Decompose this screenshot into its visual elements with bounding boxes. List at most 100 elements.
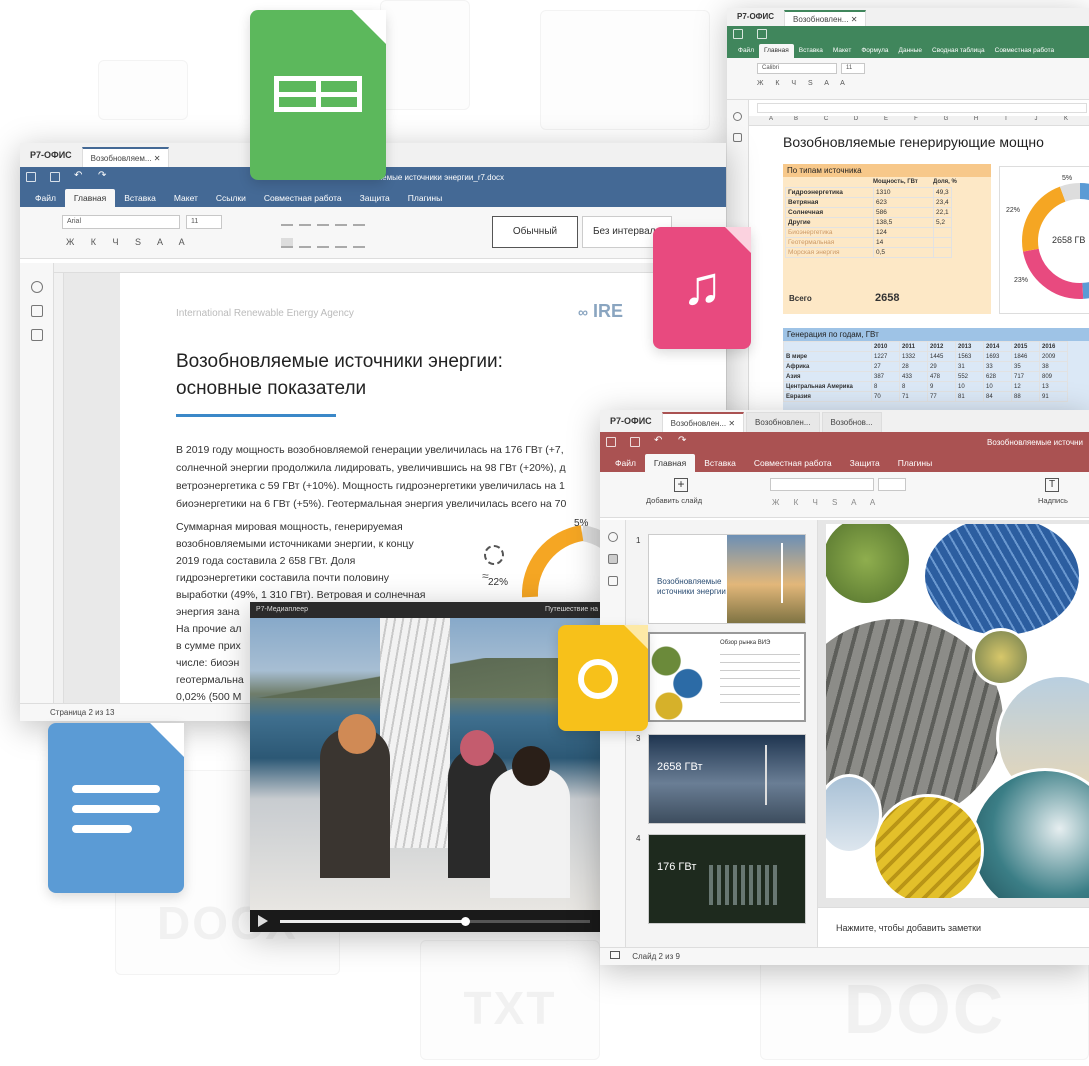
progress-handle[interactable] (461, 917, 470, 926)
font-select[interactable]: Calibri (757, 63, 837, 74)
menu-item[interactable]: Файл (26, 189, 65, 207)
font-select[interactable]: Arial (62, 215, 180, 229)
col-header[interactable]: G (931, 116, 961, 125)
current-slide[interactable] (826, 524, 1089, 898)
slide-thumbnail-3[interactable]: 2658 ГВт (648, 734, 806, 824)
notes-area[interactable]: Нажмите, чтобы добавить заметки (818, 907, 1089, 947)
redo-icon[interactable]: ↷ (98, 171, 108, 182)
font-size-select[interactable]: 11 (841, 63, 865, 74)
menu-item[interactable]: Защита (351, 189, 399, 207)
presentation-tab-active[interactable]: Возобновлен... ✕ (661, 412, 745, 432)
comment-icon[interactable] (733, 133, 742, 142)
menu-item[interactable]: Вставка (115, 189, 165, 207)
print-icon[interactable] (50, 172, 60, 182)
comment-icon[interactable] (607, 576, 618, 586)
style-normal[interactable]: Обычный (492, 216, 578, 248)
presentation-left-panel (600, 520, 626, 947)
bg-file-1 (98, 60, 188, 120)
caption-button[interactable]: Надпись (1038, 496, 1068, 505)
font-select[interactable] (770, 478, 874, 491)
menu-item[interactable]: Данные (894, 44, 927, 58)
col-header[interactable]: F (901, 116, 931, 125)
slide1-title: Возобновляемые источники энергии (657, 577, 726, 596)
menu-item[interactable]: Совместная работа (255, 189, 351, 207)
slide-thumbnail-2[interactable]: Обзор рынка ВИЭ (648, 632, 806, 722)
slide2-title: Обзор рынка ВИЭ (720, 640, 771, 646)
paragraph-buttons[interactable] (278, 213, 368, 231)
menu-item[interactable]: Плагины (889, 454, 941, 472)
col-header[interactable]: A (761, 116, 781, 125)
comment-icon[interactable] (30, 305, 43, 317)
writer-doc-tab[interactable]: Возобновляем... ✕ (81, 147, 170, 167)
menu-item[interactable]: Главная (644, 454, 696, 472)
redo-icon[interactable]: ↷ (678, 436, 688, 447)
search-icon[interactable] (733, 112, 742, 121)
formatting-buttons[interactable]: Ж К Ч S A A (772, 498, 881, 507)
print-icon[interactable] (757, 29, 767, 39)
presentation-tab[interactable]: Возобнов... (821, 412, 882, 432)
slides-icon[interactable] (607, 554, 618, 564)
table-row: Африка 27 28 29 31 33 35 38 (783, 361, 1068, 372)
font-size-select[interactable]: 11 (186, 215, 222, 229)
menu-item[interactable]: Совместная работа (990, 44, 1059, 58)
doc-donut-segment (521, 525, 584, 598)
menu-item[interactable]: Вставка (695, 454, 745, 472)
print-icon[interactable] (630, 437, 640, 447)
menu-item[interactable]: Совместная работа (745, 454, 841, 472)
col-header[interactable]: E (871, 116, 901, 125)
video-frame[interactable] (250, 618, 602, 910)
progress-track[interactable] (280, 917, 590, 926)
col-header[interactable]: K (1051, 116, 1081, 125)
menu-item[interactable]: Макет (165, 189, 207, 207)
media-player-window: Р7-Медиаплеер Путешествие на (250, 602, 602, 932)
slide-thumbnail-4[interactable]: 176 ГВт (648, 834, 806, 924)
formatting-buttons[interactable]: Ж К Ч S A A (66, 237, 192, 247)
undo-icon[interactable]: ↶ (74, 171, 84, 182)
add-slide-icon[interactable]: + (674, 478, 688, 492)
menu-item[interactable]: Главная (64, 189, 116, 207)
navigation-icon[interactable] (30, 329, 43, 341)
menu-item[interactable]: Ссылки (207, 189, 255, 207)
col-header[interactable]: H (961, 116, 991, 125)
menu-item[interactable]: Главная (758, 44, 794, 58)
spreadsheet-doc-tab[interactable]: Возобновлен... ✕ (784, 10, 867, 26)
slide3-turbine (765, 745, 767, 805)
menu-item[interactable]: Макет (828, 44, 856, 58)
col-header[interactable]: B (781, 116, 811, 125)
col-header[interactable]: C (811, 116, 841, 125)
formatting-buttons[interactable]: Ж К Ч S A A (757, 80, 850, 87)
menu-item[interactable]: Плагины (399, 189, 451, 207)
font-size-select[interactable] (878, 478, 906, 491)
save-icon[interactable] (606, 437, 616, 447)
menu-item[interactable]: Файл (606, 454, 645, 472)
menu-item[interactable]: Защита (841, 454, 889, 472)
menu-item[interactable]: Сводная таблица (927, 44, 990, 58)
align-buttons[interactable] (278, 235, 368, 253)
presentation-tab[interactable]: Возобновлен... (746, 412, 820, 432)
music-note-icon: ♫ (681, 256, 723, 316)
col-header[interactable]: J (1021, 116, 1051, 125)
search-icon[interactable] (607, 532, 618, 542)
ruler[interactable] (54, 263, 726, 273)
menu-item[interactable]: Формула (856, 44, 893, 58)
caption-icon[interactable]: T (1045, 478, 1059, 492)
menu-item[interactable]: Вставка (794, 44, 828, 58)
save-icon[interactable] (26, 172, 36, 182)
slideshow-icon[interactable] (610, 951, 620, 959)
irena-logo-text: IRE (593, 301, 624, 321)
vertical-ruler (54, 273, 64, 703)
menu-item[interactable]: Файл (733, 44, 759, 58)
slide4-title: 176 ГВт (657, 861, 697, 873)
col-header[interactable]: D (841, 116, 871, 125)
donut-chart-frame[interactable]: 2658 ГВ 5% 22% 23% (999, 166, 1089, 314)
donut-pct-bottom: 23% (1014, 277, 1029, 284)
formula-bar[interactable] (757, 103, 1087, 113)
add-slide-button[interactable]: Добавить слайд (646, 496, 702, 505)
col-header[interactable]: I (991, 116, 1021, 125)
undo-icon[interactable]: ↶ (654, 436, 664, 447)
presentation-window: Р7-ОФИС Возобновлен... ✕ Возобновлен... … (600, 410, 1089, 965)
slide-thumbnail-1[interactable]: Возобновляемые источники энергии (648, 534, 806, 624)
search-icon[interactable] (30, 281, 43, 293)
play-icon[interactable] (258, 915, 268, 927)
save-icon[interactable] (733, 29, 743, 39)
